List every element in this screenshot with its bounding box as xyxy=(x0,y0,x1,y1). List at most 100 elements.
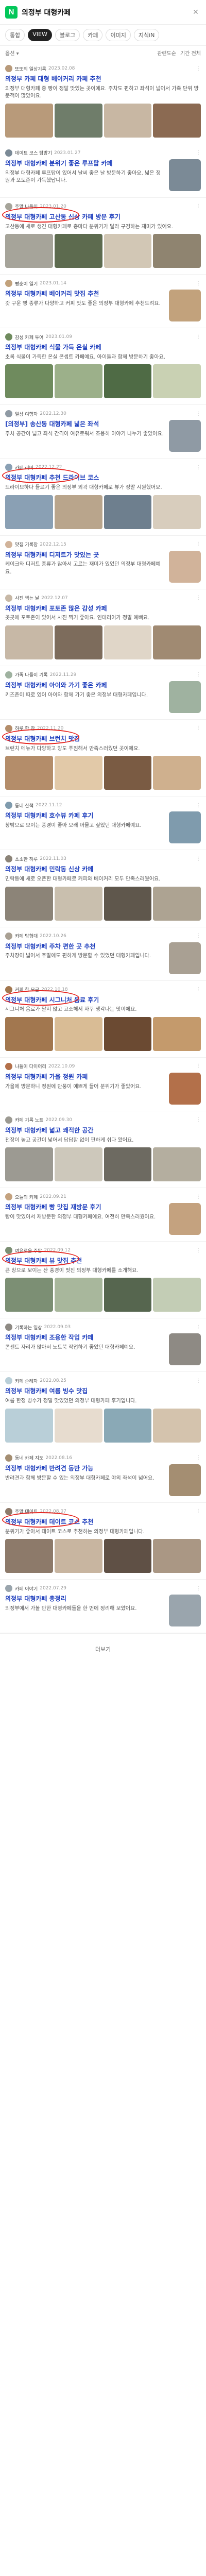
post-gallery[interactable] xyxy=(5,103,201,138)
post-title[interactable]: 의정부 대형카페 브런치 맛집 xyxy=(5,735,201,743)
gallery-image[interactable] xyxy=(5,756,53,790)
more-options-icon[interactable]: ⋮ xyxy=(196,541,201,547)
post-gallery[interactable] xyxy=(5,364,201,399)
post-title[interactable]: 의정부 대형카페 가을 정원 카페 xyxy=(5,1073,165,1081)
post-author[interactable]: 주말 데이트 xyxy=(15,1508,38,1515)
more-options-icon[interactable]: ⋮ xyxy=(196,1063,201,1069)
post-title[interactable]: 의정부 대형카페 호수뷰 카페 후기 xyxy=(5,811,165,820)
post-thumbnail[interactable] xyxy=(169,942,201,974)
post-gallery[interactable] xyxy=(5,495,201,529)
post-thumbnail[interactable] xyxy=(169,681,201,713)
post-thumbnail[interactable] xyxy=(169,1595,201,1627)
gallery-image[interactable] xyxy=(54,364,102,399)
post-title[interactable]: 의정부 대형카페 베이커리 맛집 추천 xyxy=(5,290,165,298)
gallery-image[interactable] xyxy=(5,1539,53,1573)
gallery-image[interactable] xyxy=(104,756,152,790)
tab-4[interactable]: 이미지 xyxy=(106,29,131,41)
post-title[interactable]: 의정부 대형카페 포토존 많은 감성 카페 xyxy=(5,604,201,613)
post-title[interactable]: 의정부 대형카페 분위기 좋은 루프탑 카페 xyxy=(5,159,165,168)
post-gallery[interactable] xyxy=(5,234,201,268)
gallery-image[interactable] xyxy=(5,364,53,399)
post-author[interactable]: 맛집 기록장 xyxy=(15,541,38,548)
result-item[interactable]: 주말 데이트 2022.08.07 ⋮ 의정부 대형카페 데이트 코스 추천 분위… xyxy=(0,1503,206,1580)
post-title[interactable]: 의정부 대형카페 고산동 신상 카페 방문 후기 xyxy=(5,213,201,222)
more-results-button[interactable]: 더보기 xyxy=(0,1633,206,1664)
gallery-image[interactable] xyxy=(153,1278,201,1312)
post-title[interactable]: 의정부 대형카페 넓고 쾌적한 공간 xyxy=(5,1126,201,1135)
post-title[interactable]: 의정부 대형카페 시그니처 음료 후기 xyxy=(5,996,201,1005)
gallery-image[interactable] xyxy=(153,756,201,790)
gallery-image[interactable] xyxy=(54,756,102,790)
post-author[interactable]: 가족 나들이 기록 xyxy=(15,671,48,678)
more-options-icon[interactable]: ⋮ xyxy=(196,1509,201,1514)
gallery-image[interactable] xyxy=(5,1147,53,1182)
gallery-image[interactable] xyxy=(153,1147,201,1182)
post-author[interactable]: 여유로운 주말 xyxy=(15,1247,42,1254)
post-title[interactable]: 의정부 대형카페 아이와 가기 좋은 카페 xyxy=(5,681,165,690)
gallery-image[interactable] xyxy=(5,234,53,268)
gallery-image[interactable] xyxy=(153,1016,201,1051)
result-item[interactable]: 카페 기록 노트 2022.09.30 ⋮ 의정부 대형카페 넓고 쾌적한 공간… xyxy=(0,1111,206,1189)
gallery-image[interactable] xyxy=(54,1408,102,1443)
gallery-image[interactable] xyxy=(153,364,201,399)
post-title[interactable]: 의정부 대형카페 조용한 작업 카페 xyxy=(5,1333,165,1342)
more-options-icon[interactable]: ⋮ xyxy=(196,334,201,340)
result-item[interactable]: 소소한 하루 2022.11.03 ⋮ 의정부 대형카페 민락동 신상 카페 민락… xyxy=(0,850,206,927)
post-author[interactable]: 카페 러버 xyxy=(15,464,33,471)
gallery-image[interactable] xyxy=(5,103,53,138)
post-thumbnail[interactable] xyxy=(169,1072,201,1105)
post-author[interactable]: 동네 카페 지도 xyxy=(15,1454,43,1461)
more-options-icon[interactable]: ⋮ xyxy=(196,672,201,677)
gallery-image[interactable] xyxy=(153,1539,201,1573)
post-thumbnail[interactable] xyxy=(169,1203,201,1235)
more-options-icon[interactable]: ⋮ xyxy=(196,150,201,156)
gallery-image[interactable] xyxy=(153,103,201,138)
result-item[interactable]: 기록하는 일상 2022.09.03 ⋮ 의정부 대형카페 조용한 작업 카페 콘… xyxy=(0,1318,206,1372)
gallery-image[interactable] xyxy=(54,234,102,268)
post-title[interactable]: 의정부 대형카페 뷰 맛집 추천 xyxy=(5,1257,201,1265)
more-options-icon[interactable]: ⋮ xyxy=(196,411,201,417)
post-gallery[interactable] xyxy=(5,756,201,790)
gallery-image[interactable] xyxy=(5,1016,53,1051)
gallery-image[interactable] xyxy=(153,495,201,529)
more-options-icon[interactable]: ⋮ xyxy=(196,66,201,72)
post-gallery[interactable] xyxy=(5,1016,201,1051)
post-title[interactable]: 의정부 대형카페 총정리 xyxy=(5,1595,165,1603)
more-options-icon[interactable]: ⋮ xyxy=(196,933,201,939)
post-title[interactable]: 의정부 대형카페 여름 빙수 맛집 xyxy=(5,1387,201,1396)
more-options-icon[interactable]: ⋮ xyxy=(196,281,201,286)
period-filter[interactable]: 기간 전체 xyxy=(180,49,201,57)
post-author[interactable]: 카페 이야기 xyxy=(15,1585,38,1592)
gallery-image[interactable] xyxy=(153,886,201,921)
post-gallery[interactable] xyxy=(5,625,201,659)
post-gallery[interactable] xyxy=(5,1147,201,1182)
tab-3[interactable]: 카페 xyxy=(83,29,103,41)
more-options-icon[interactable]: ⋮ xyxy=(196,725,201,731)
more-options-icon[interactable]: ⋮ xyxy=(196,204,201,209)
gallery-image[interactable] xyxy=(5,886,53,921)
result-item[interactable]: 맛집 기록장 2022.12.15 ⋮ 의정부 대형카페 디저트가 맛있는 곳케… xyxy=(0,536,206,589)
tab-1[interactable]: VIEW xyxy=(28,29,52,41)
gallery-image[interactable] xyxy=(5,1408,53,1443)
result-item[interactable]: 나들이 다이어리 2022.10.09 ⋮ 의정부 대형카페 가을 정원 카페 가… xyxy=(0,1058,206,1111)
post-author[interactable]: 데이트 코스 탐방기 xyxy=(15,149,52,156)
post-author[interactable]: 카페 순례자 xyxy=(15,1378,38,1384)
more-options-icon[interactable]: ⋮ xyxy=(196,856,201,862)
result-item[interactable]: 하루 한 잔 2022.11.20 ⋮ 의정부 대형카페 브런치 맛집 브런치 메… xyxy=(0,720,206,797)
post-author[interactable]: 카페 기록 노트 xyxy=(15,1116,43,1123)
more-options-icon[interactable]: ⋮ xyxy=(196,1117,201,1123)
gallery-image[interactable] xyxy=(104,1539,152,1573)
post-author[interactable]: 주말 나들이 xyxy=(15,203,38,210)
gallery-image[interactable] xyxy=(104,495,152,529)
result-item[interactable]: 동네 산책 2022.11.12 ⋮ 의정부 대형카페 호수뷰 카페 후기 창밖으… xyxy=(0,796,206,851)
post-title[interactable]: 의정부 대형카페 반려견 동반 가능 xyxy=(5,1464,165,1473)
post-gallery[interactable] xyxy=(5,886,201,921)
post-title[interactable]: 의정부 대형카페 주차 편한 곳 추천 xyxy=(5,942,165,951)
post-author[interactable]: 빵순이 일기 xyxy=(15,280,38,287)
post-thumbnail[interactable] xyxy=(169,159,201,191)
gallery-image[interactable] xyxy=(104,364,152,399)
post-thumbnail[interactable] xyxy=(169,1464,201,1496)
result-item[interactable]: 주말 나들이 2023.01.20 ⋮ 의정부 대형카페 고산동 신상 카페 방… xyxy=(0,198,206,275)
gallery-image[interactable] xyxy=(54,103,102,138)
gallery-image[interactable] xyxy=(104,1278,152,1312)
